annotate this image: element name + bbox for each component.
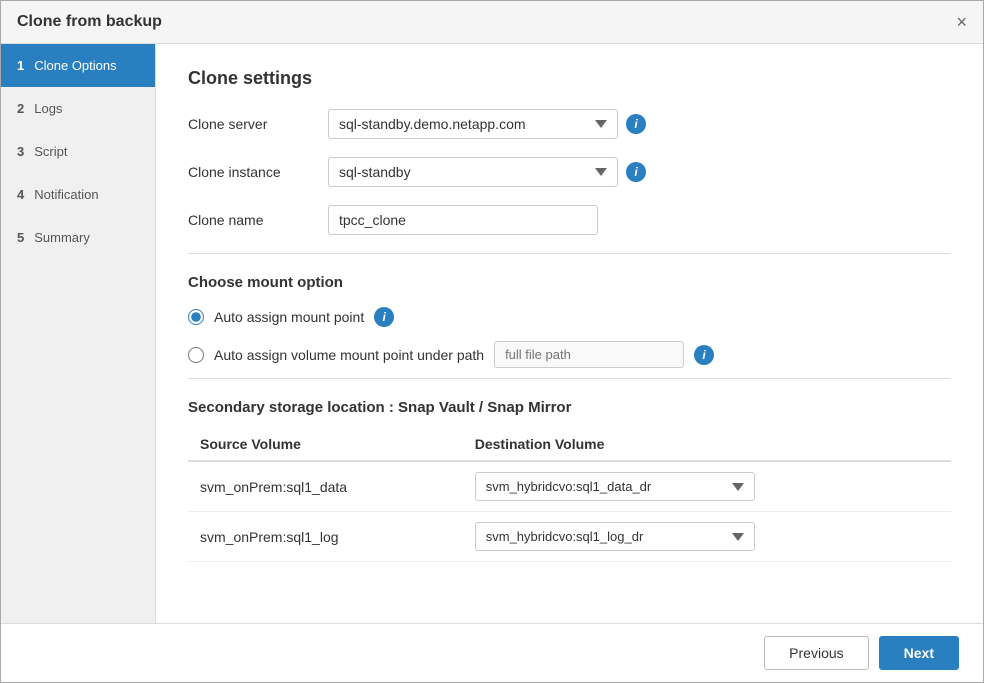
mount-options: Auto assign mount point i Auto assign vo…	[188, 307, 951, 368]
step-label-script: Script	[34, 144, 67, 159]
clone-server-control: sql-standby.demo.netapp.com i	[328, 109, 646, 139]
step-num-4: 4	[17, 187, 24, 202]
clone-server-select[interactable]: sql-standby.demo.netapp.com	[328, 109, 618, 139]
sidebar-item-logs[interactable]: 2 Logs	[1, 87, 155, 130]
sidebar: 1 Clone Options 2 Logs 3 Script 4 Notifi…	[1, 44, 156, 623]
table-header-row: Source Volume Destination Volume	[188, 428, 951, 461]
step-label-summary: Summary	[34, 230, 90, 245]
col-dest-header: Destination Volume	[463, 428, 951, 461]
close-button[interactable]: ×	[956, 13, 967, 31]
storage-section-title: Secondary storage location : Snap Vault …	[188, 399, 951, 416]
divider-1	[188, 253, 951, 254]
step-num-1: 1	[17, 58, 24, 73]
mount-option1-row: Auto assign mount point i	[188, 307, 951, 327]
mount-path-radio[interactable]	[188, 347, 204, 363]
dest-vol-cell-1: svm_hybridcvo:sql1_data_dr	[463, 461, 951, 512]
dest-vol-cell-2: svm_hybridcvo:sql1_log_dr	[463, 512, 951, 562]
sidebar-item-summary[interactable]: 5 Summary	[1, 216, 155, 259]
step-num-2: 2	[17, 101, 24, 116]
table-row: svm_onPrem:sql1_log svm_hybridcvo:sql1_l…	[188, 512, 951, 562]
dialog-body: 1 Clone Options 2 Logs 3 Script 4 Notifi…	[1, 44, 983, 623]
clone-name-label: Clone name	[188, 212, 328, 228]
clone-instance-select[interactable]: sql-standby	[328, 157, 618, 187]
step-num-3: 3	[17, 144, 24, 159]
main-content: Clone settings Clone server sql-standby.…	[156, 44, 983, 623]
sidebar-item-clone-options[interactable]: 1 Clone Options	[1, 44, 155, 87]
col-source-header: Source Volume	[188, 428, 463, 461]
clone-from-backup-dialog: Clone from backup × 1 Clone Options 2 Lo…	[0, 0, 984, 683]
clone-server-label: Clone server	[188, 116, 328, 132]
sidebar-item-script[interactable]: 3 Script	[1, 130, 155, 173]
source-vol-1: svm_onPrem:sql1_data	[188, 461, 463, 512]
clone-settings-title: Clone settings	[188, 68, 951, 89]
clone-server-row: Clone server sql-standby.demo.netapp.com…	[188, 109, 951, 139]
dialog-title: Clone from backup	[17, 13, 162, 31]
divider-2	[188, 378, 951, 379]
table-row: svm_onPrem:sql1_data svm_hybridcvo:sql1_…	[188, 461, 951, 512]
clone-instance-info-icon[interactable]: i	[626, 162, 646, 182]
step-label-notification: Notification	[34, 187, 98, 202]
source-vol-2: svm_onPrem:sql1_log	[188, 512, 463, 562]
clone-instance-label: Clone instance	[188, 164, 328, 180]
step-num-5: 5	[17, 230, 24, 245]
mount-auto-radio[interactable]	[188, 309, 204, 325]
mount-path-info-icon[interactable]: i	[694, 345, 714, 365]
mount-option2-row: Auto assign volume mount point under pat…	[188, 341, 951, 368]
dialog-header: Clone from backup ×	[1, 1, 983, 44]
dialog-footer: Previous Next	[1, 623, 983, 682]
next-button[interactable]: Next	[879, 636, 959, 670]
sidebar-item-notification[interactable]: 4 Notification	[1, 173, 155, 216]
clone-name-control	[328, 205, 598, 235]
dest-vol-select-1[interactable]: svm_hybridcvo:sql1_data_dr	[475, 472, 755, 501]
mount-path-input[interactable]	[494, 341, 684, 368]
clone-instance-row: Clone instance sql-standby i	[188, 157, 951, 187]
mount-auto-info-icon[interactable]: i	[374, 307, 394, 327]
storage-table: Source Volume Destination Volume svm_onP…	[188, 428, 951, 562]
clone-server-info-icon[interactable]: i	[626, 114, 646, 134]
clone-name-row: Clone name	[188, 205, 951, 235]
dest-vol-select-2[interactable]: svm_hybridcvo:sql1_log_dr	[475, 522, 755, 551]
mount-auto-label: Auto assign mount point	[214, 309, 364, 325]
mount-section-title: Choose mount option	[188, 274, 951, 291]
step-label-logs: Logs	[34, 101, 62, 116]
mount-path-label: Auto assign volume mount point under pat…	[214, 347, 484, 363]
clone-name-input[interactable]	[328, 205, 598, 235]
previous-button[interactable]: Previous	[764, 636, 868, 670]
step-label-clone-options: Clone Options	[34, 58, 116, 73]
clone-instance-control: sql-standby i	[328, 157, 646, 187]
